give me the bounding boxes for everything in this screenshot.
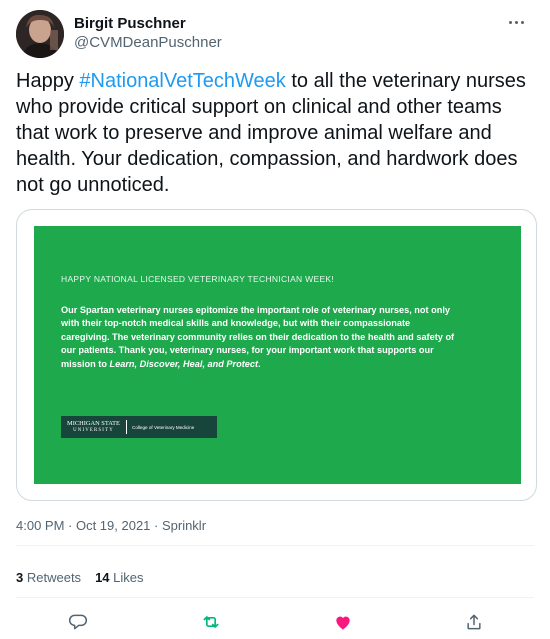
- share-icon[interactable]: [460, 608, 488, 636]
- likes-count: 14: [95, 570, 110, 585]
- likes-stat[interactable]: 14 Likes: [95, 570, 143, 585]
- retweet-icon[interactable]: [197, 608, 225, 636]
- divider: [16, 545, 534, 546]
- media-image[interactable]: HAPPY NATIONAL LICENSED VETERINARY TECHN…: [34, 226, 521, 484]
- reply-icon[interactable]: [64, 608, 92, 636]
- media-heading: HAPPY NATIONAL LICENSED VETERINARY TECHN…: [61, 274, 335, 284]
- msu-logo: MICHIGAN STATE UNIVERSITY College of Vet…: [61, 416, 217, 438]
- msu-line1: MICHIGAN STATE: [67, 420, 120, 427]
- tweet-header: Birgit Puschner @CVMDeanPuschner: [16, 10, 534, 58]
- tweet-actions: [16, 608, 534, 636]
- author-handle[interactable]: @CVMDeanPuschner: [74, 33, 222, 52]
- media-body-text: Our Spartan veterinary nurses epitomize …: [61, 304, 461, 371]
- media-card[interactable]: HAPPY NATIONAL LICENSED VETERINARY TECHN…: [16, 209, 537, 501]
- author-info[interactable]: Birgit Puschner @CVMDeanPuschner: [74, 14, 222, 52]
- tweet-stats: 3 Retweets 14 Likes: [16, 570, 144, 585]
- tweet-text-start: Happy: [16, 70, 80, 92]
- likes-label: Likes: [113, 570, 144, 585]
- retweets-label: Retweets: [26, 570, 82, 585]
- media-body-end: .: [258, 358, 261, 369]
- heart-icon[interactable]: [329, 608, 357, 636]
- msu-wordmark: MICHIGAN STATE UNIVERSITY: [61, 420, 127, 434]
- hashtag-link[interactable]: #NationalVetTechWeek: [79, 70, 285, 92]
- msu-line2: UNIVERSITY: [73, 428, 114, 433]
- divider: [16, 597, 534, 598]
- tweet-timestamp[interactable]: 4:00 PM · Oct 19, 2021 · Sprinklr: [16, 518, 206, 533]
- msu-college-name: College of Veterinary Medicine: [132, 424, 195, 430]
- avatar[interactable]: [16, 10, 64, 58]
- tweet-text: Happy #NationalVetTechWeek to all the ve…: [16, 68, 526, 198]
- media-body-mission: Learn, Discover, Heal, and Protect: [109, 358, 259, 369]
- retweets-count: 3: [16, 570, 24, 585]
- more-options-icon[interactable]: [504, 14, 528, 30]
- retweets-stat[interactable]: 3 Retweets: [16, 570, 81, 585]
- author-display-name[interactable]: Birgit Puschner: [74, 14, 222, 33]
